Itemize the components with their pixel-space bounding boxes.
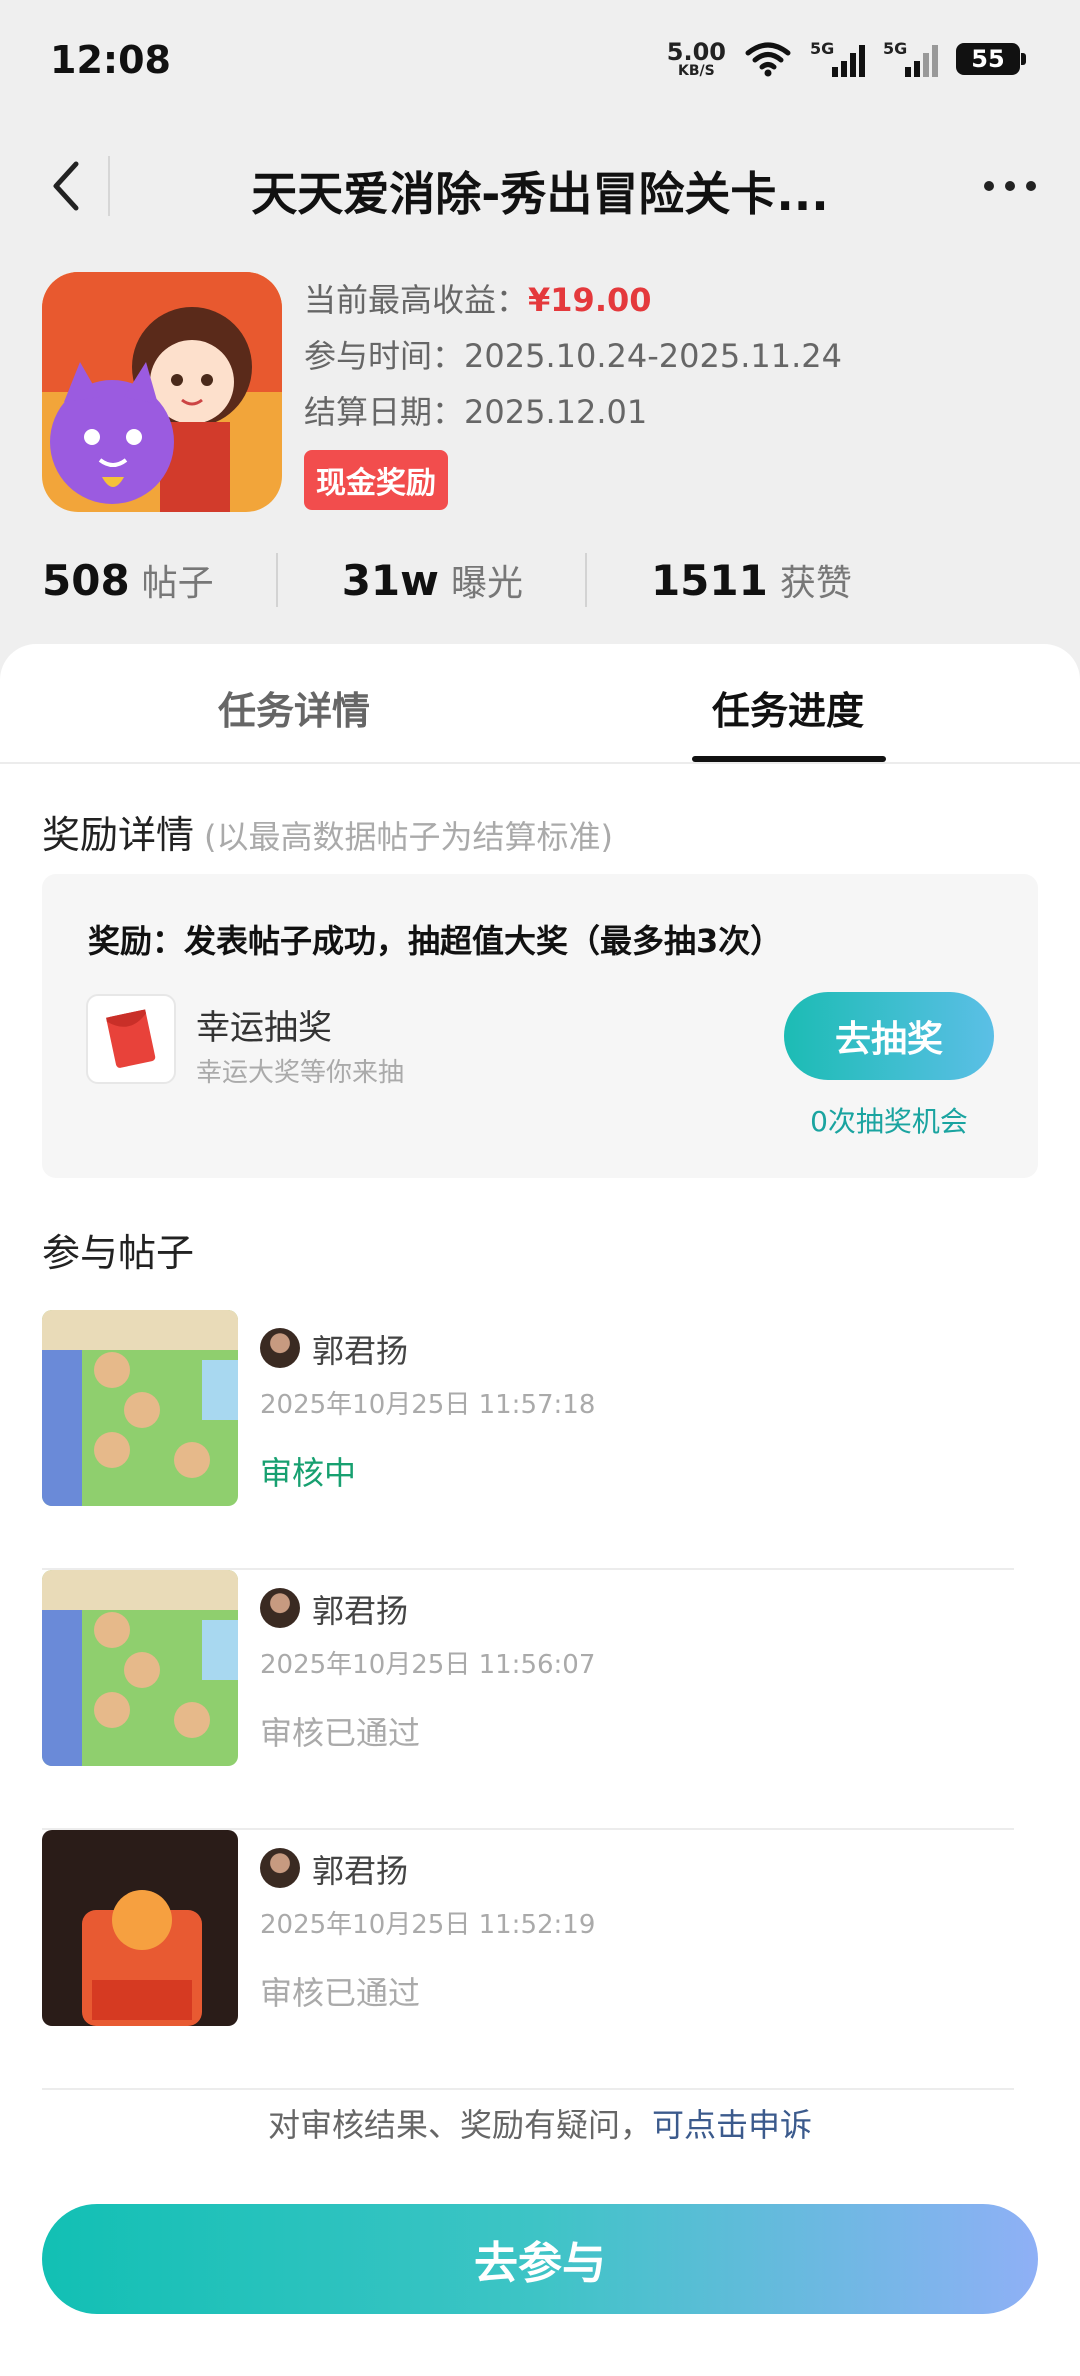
tab-bar: 任务详情 任务进度 (0, 644, 1080, 764)
tab-task-detail[interactable]: 任务详情 (218, 680, 370, 735)
stat-divider (275, 553, 278, 607)
lucky-draw-title: 幸运抽奖 (196, 1008, 332, 1048)
stat-posts: 508 帖子 (42, 554, 214, 606)
reward-box: 奖励：发表帖子成功，抽超值大奖（最多抽3次） 幸运抽奖 幸运大奖等你来抽 去抽奖… (42, 874, 1038, 1178)
settle-date-value: 2025.12.01 (464, 393, 648, 431)
nav-divider (108, 156, 110, 216)
post-item[interactable]: 郭君扬 2025年10月25日 11:56:07 审核已通过 (42, 1570, 1014, 1830)
stat-exposure-label: 曝光 (450, 563, 523, 604)
active-tab-indicator (692, 756, 886, 762)
post-status: 审核已通过 (260, 1714, 421, 1752)
game-icon (42, 272, 282, 512)
red-envelope-icon (86, 994, 176, 1084)
post-status: 审核已通过 (260, 1974, 421, 2012)
post-author: 郭君扬 (312, 1592, 409, 1630)
task-info: 当前最高收益：¥19.00 参与时间：2025.10.24-2025.11.24… (304, 272, 1024, 510)
settle-date-row: 结算日期：2025.12.01 (304, 384, 1024, 440)
tab-task-progress[interactable]: 任务进度 (712, 680, 864, 735)
page-title: 天天爱消除-秀出冒险关卡... (251, 167, 829, 221)
signal-icon-sim1: 5G (810, 39, 865, 77)
post-time: 2025年10月25日 11:56:07 (260, 1650, 596, 1680)
nav-bar: 天天爱消除-秀出冒险关卡... (0, 130, 1080, 242)
max-income-value: ¥19.00 (528, 281, 652, 319)
max-income-row: 当前最高收益：¥19.00 (304, 272, 1024, 328)
post-status: 审核中 (260, 1454, 357, 1492)
post-time: 2025年10月25日 11:52:19 (260, 1910, 596, 1940)
participate-time-label: 参与时间： (304, 337, 465, 375)
status-time: 12:08 (50, 38, 171, 82)
appeal-row: 对审核结果、奖励有疑问，可点击申诉 (0, 2100, 1080, 2146)
stat-posts-label: 帖子 (141, 563, 214, 604)
post-item[interactable]: 郭君扬 2025年10月25日 11:57:18 审核中 (42, 1310, 1014, 1570)
participate-time-value: 2025.10.24-2025.11.24 (464, 337, 842, 375)
avatar (260, 1848, 300, 1888)
cash-reward-badge: 现金奖励 (304, 450, 448, 510)
stat-likes-label: 获赞 (779, 563, 852, 604)
more-dots-icon (984, 181, 1036, 191)
draw-button[interactable]: 去抽奖 (784, 992, 994, 1080)
appeal-text: 对审核结果、奖励有疑问， (267, 2106, 652, 2144)
avatar (260, 1328, 300, 1368)
back-button[interactable] (28, 148, 104, 224)
stats-row: 508 帖子 31w 曝光 1511 获赞 (0, 544, 1080, 616)
max-income-label: 当前最高收益： (304, 281, 529, 319)
reward-title: 奖励详情 (42, 813, 195, 857)
sim2-label: 5G (883, 39, 908, 58)
reward-section-title: 奖励详情 (以最高数据帖子为结算标准) (42, 804, 613, 859)
avatar (260, 1588, 300, 1628)
reward-description: 奖励：发表帖子成功，抽超值大奖（最多抽3次） (88, 922, 783, 960)
post-author: 郭君扬 (312, 1332, 409, 1370)
post-author: 郭君扬 (312, 1852, 409, 1890)
net-speed-value: 5.00 (666, 38, 726, 66)
stat-likes-value: 1511 (650, 556, 768, 605)
reward-subtitle: (以最高数据帖子为结算标准) (204, 818, 613, 856)
sim1-label: 5G (810, 39, 835, 58)
posts-section-title: 参与帖子 (42, 1231, 195, 1275)
post-thumbnail (42, 1310, 238, 1506)
net-speed-unit: KB/S (678, 63, 715, 79)
post-time: 2025年10月25日 11:57:18 (260, 1390, 596, 1420)
appeal-link[interactable]: 可点击申诉 (652, 2106, 812, 2144)
draw-chances: 0次抽奖机会 (810, 1105, 968, 1138)
stat-exposure: 31w 曝光 (342, 554, 523, 606)
wifi-icon (745, 42, 791, 77)
task-card: 任务详情 任务进度 奖励详情 (以最高数据帖子为结算标准) 奖励：发表帖子成功，抽… (0, 644, 1080, 2376)
signal-icon-sim2: 5G (883, 39, 938, 77)
more-button[interactable] (970, 148, 1050, 224)
stat-divider (584, 553, 587, 607)
post-item[interactable]: 郭君扬 2025年10月25日 11:52:19 审核已通过 (42, 1830, 1014, 2090)
status-bar: 12:08 5.00 KB/S 5G 5G 55 (0, 0, 1080, 120)
lucky-draw-subtitle: 幸运大奖等你来抽 (196, 1058, 405, 1088)
battery-level: 55 (971, 45, 1005, 73)
settle-date-label: 结算日期： (304, 393, 465, 431)
status-icons: 5.00 KB/S 5G 5G 55 (667, 39, 1026, 78)
chevron-left-icon (53, 161, 79, 211)
battery-icon: 55 (956, 43, 1026, 75)
stat-exposure-value: 31w (341, 556, 439, 605)
post-thumbnail (42, 1570, 238, 1766)
post-thumbnail (42, 1830, 238, 2026)
net-speed: 5.00 KB/S (667, 40, 726, 78)
participate-time-row: 参与时间：2025.10.24-2025.11.24 (304, 328, 1024, 384)
stat-posts-value: 508 (42, 556, 130, 605)
stat-likes: 1511 获赞 (651, 554, 852, 606)
join-button[interactable]: 去参与 (42, 2204, 1038, 2314)
